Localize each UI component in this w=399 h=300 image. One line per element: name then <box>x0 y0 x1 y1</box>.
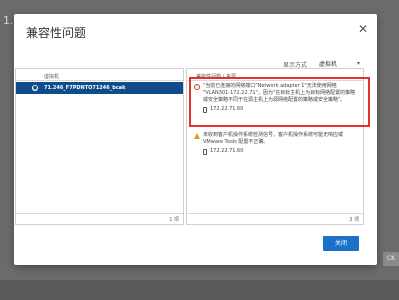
annotation-highlight-box <box>189 77 370 127</box>
vm-name: 71.246_F7PDNTO71246_bcak <box>44 85 126 91</box>
issues-count: 3 项 <box>187 213 363 224</box>
close-icon[interactable]: ✕ <box>357 23 369 35</box>
close-button[interactable]: 关闭 <box>323 236 359 251</box>
warning-icon <box>194 133 200 139</box>
vm-icon: ● <box>32 85 38 91</box>
issue-text: 未收到客户机操作系统检测信号。客户机操作系统可能无响应或 VMware Tool… <box>203 132 344 145</box>
dialog-title: 兼容性问题 <box>26 26 87 40</box>
vm-list-header: 虚拟机 <box>16 69 183 81</box>
vm-list-item[interactable]: ● 71.246_F7PDNTO71246_bcak <box>16 82 183 94</box>
host-address[interactable]: 172.22.71.60 <box>210 148 243 155</box>
background-button: CK <box>383 252 399 266</box>
vm-list-pane: 虚拟机 ● 71.246_F7PDNTO71246_bcak 1 项 <box>15 68 184 225</box>
chevron-down-icon: ▾ <box>356 60 360 67</box>
view-mode-value: 虚拟机 <box>319 61 338 68</box>
issue-source: 172.22.71.60 <box>194 148 357 155</box>
background-footer <box>0 280 399 300</box>
vm-list-count: 1 项 <box>16 213 183 224</box>
host-icon <box>203 148 207 155</box>
issue-item: 未收到客户机操作系统检测信号。客户机操作系统可能无响应或 VMware Tool… <box>194 132 357 155</box>
